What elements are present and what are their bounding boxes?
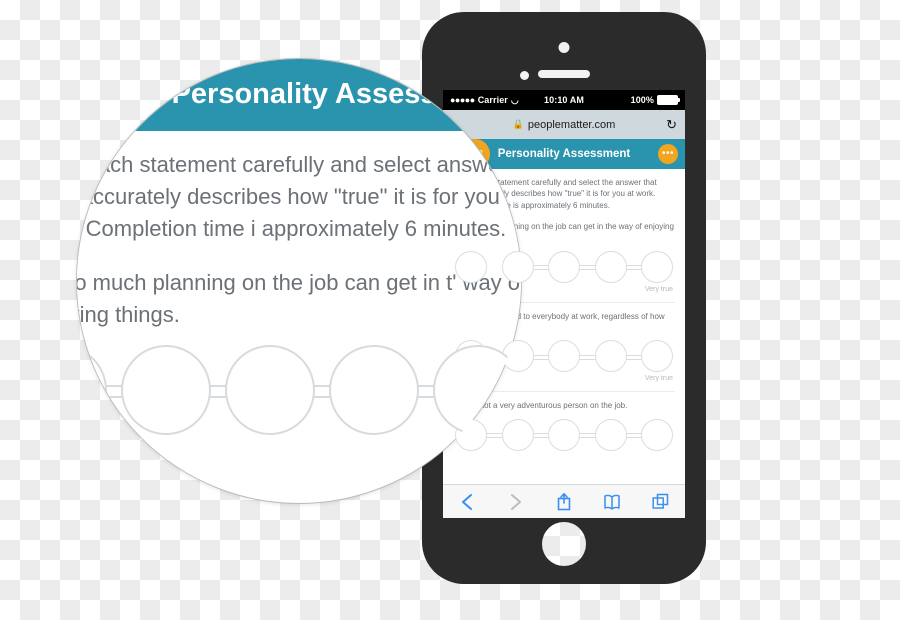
magnified-progress-badge: of 8 <box>77 61 117 123</box>
magnified-body: Read each statement carefully and select… <box>77 131 521 461</box>
likert-option[interactable] <box>594 340 627 373</box>
magnified-question-label: Too much planning on the job can get in … <box>77 270 521 328</box>
magnified-likert-option[interactable] <box>433 344 521 435</box>
magnified-page-title: Personality Assessme <box>171 77 479 110</box>
scale-high-label: Very true <box>644 285 673 293</box>
likert-option[interactable] <box>641 340 673 373</box>
likert-option[interactable] <box>548 418 580 451</box>
url-text: peoplematter.com <box>527 118 616 131</box>
safari-toolbar <box>443 484 685 518</box>
share-icon[interactable] <box>553 491 575 513</box>
status-bar-right: 100% <box>584 95 681 105</box>
magnified-likert-option[interactable] <box>329 344 419 435</box>
clock-label: 10:10 AM <box>544 95 584 105</box>
scale-high-label: Very true <box>644 375 673 383</box>
likert-option[interactable] <box>641 250 673 283</box>
battery-percent-label: 100% <box>630 95 655 105</box>
likert-option[interactable] <box>455 250 487 283</box>
magnified-app-header: of 8 Personality Assessme <box>77 59 521 131</box>
battery-full-icon <box>657 95 681 105</box>
magnified-content: peoplem of 8 Personality Assessme Read e… <box>77 59 521 461</box>
tabs-icon[interactable] <box>650 491 672 513</box>
magnified-likert-option[interactable] <box>121 344 211 435</box>
magnified-instructions: Read each statement carefully and select… <box>77 152 521 242</box>
likert-option[interactable] <box>501 250 534 283</box>
home-button[interactable] <box>542 522 586 566</box>
earpiece-speaker <box>538 70 590 78</box>
chevron-left-icon[interactable] <box>456 491 478 513</box>
scene-canvas: ●●●●● Carrier ◡ 10:10 AM 100% 🔒 peoplema… <box>0 0 900 620</box>
likert-option[interactable] <box>548 340 580 373</box>
magnified-likert-option[interactable] <box>225 344 315 435</box>
magnified-question-wrap: 1. Too much planning on the job can get … <box>77 267 521 331</box>
magnified-likert-option[interactable] <box>77 344 107 435</box>
likert-option[interactable] <box>594 250 627 283</box>
likert-option[interactable] <box>641 418 673 451</box>
book-icon[interactable] <box>601 491 623 513</box>
proximity-sensor-icon <box>520 71 529 80</box>
front-camera-icon <box>558 42 570 53</box>
magnified-progress-label: of 8 <box>77 76 101 107</box>
reload-icon[interactable]: ↻ <box>666 117 677 133</box>
likert-option[interactable] <box>548 250 580 283</box>
magnified-likert-scale[interactable] <box>77 342 521 438</box>
likert-option[interactable] <box>594 418 627 451</box>
ellipsis-icon[interactable]: ••• <box>658 144 678 164</box>
chevron-right-icon <box>505 491 527 513</box>
